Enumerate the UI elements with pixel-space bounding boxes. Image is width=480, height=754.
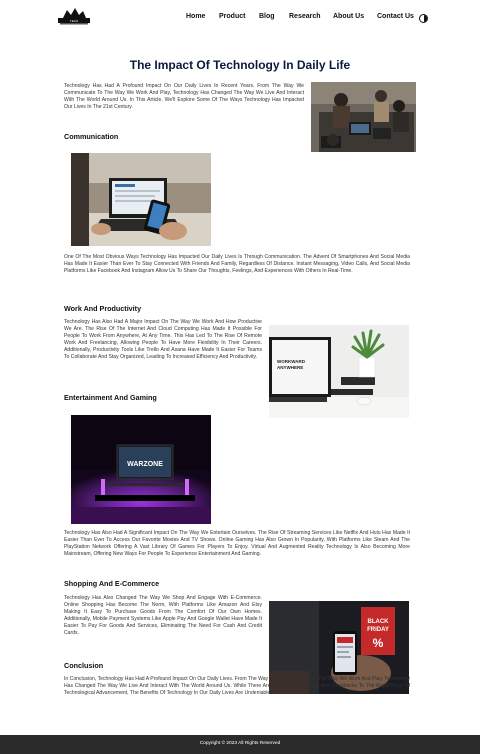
site-footer: Copyright © 2023 All Rights Reserved [0,735,480,754]
sale-percent-sign: % [373,636,384,650]
copyright-text: Copyright © 2023 All Rights Reserved [199,741,281,746]
work-paragraph: Technology Has Also Had A Major Impact O… [64,319,262,361]
section-heading-entertainment: Entertainment And Gaming [64,393,157,402]
game-screen-title: WARZONE [127,461,163,468]
svg-text:BLACK: BLACK [368,619,390,625]
desk-laptop-plant-image: WORKWARD ANYWHERE [269,325,409,418]
nav-contact-us[interactable]: Contact Us [377,13,414,20]
svg-text:FRIDAY: FRIDAY [367,627,389,633]
communication-paragraph: One Of The Most Obvious Ways Technology … [64,254,410,275]
section-heading-shopping: Shopping And E-Commerce [64,579,160,588]
gaming-setup-image: WARZONE [71,415,211,524]
svg-text:ANYWHERE: ANYWHERE [277,365,303,370]
conclusion-paragraph: In Conclusion, Technology Has Had A Prof… [64,676,410,697]
section-heading-communication: Communication [64,132,119,141]
contrast-toggle-icon[interactable] [419,14,428,23]
nav-research[interactable]: Research [289,13,321,20]
laptop-phone-image [71,153,211,246]
section-heading-conclusion: Conclusion [64,661,104,670]
site-header: TECH Home Product Blog Research About Us… [0,0,480,36]
intro-paragraph: Technology Has Had A Profound Impact On … [64,83,304,111]
nav-home[interactable]: Home [186,13,205,20]
svg-text:WORKWARD: WORKWARD [277,359,306,364]
page-title: The Impact Of Technology In Daily Life [129,58,351,72]
main-nav: Home Product Blog Research About Us Cont… [0,13,480,25]
nav-blog[interactable]: Blog [259,13,275,20]
entertainment-paragraph: Technology Has Also Had A Significant Im… [64,530,410,558]
shopping-paragraph: Technology Has Also Changed The Way We S… [64,595,262,637]
nav-product[interactable]: Product [219,13,245,20]
team-laptops-image [311,82,416,152]
section-heading-work: Work And Productivity [64,304,142,313]
nav-about-us[interactable]: About Us [333,13,364,20]
